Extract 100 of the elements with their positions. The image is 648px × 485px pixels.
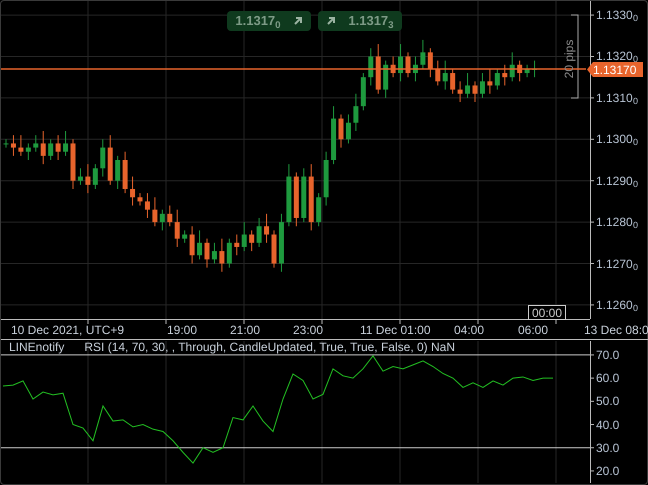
rsi-axis-label: 40.0 (596, 418, 620, 431)
candlestick (435, 60, 440, 86)
candlestick (278, 213, 284, 272)
candlestick (502, 64, 508, 86)
time-axis-label: 06:00 (518, 322, 548, 339)
candlestick (360, 72, 366, 111)
time-axis-label: 19:00 (167, 322, 198, 339)
candlestick (33, 134, 38, 152)
price-axis-label: 1.1270 (596, 258, 633, 270)
fractional-digit: 0 (633, 55, 638, 64)
candlestick (197, 230, 202, 260)
time-axis-label: 10 Dec 2021, UTC+9 (11, 322, 124, 339)
price-axis-label: 1.1260 (596, 298, 633, 311)
candlestick (160, 209, 165, 231)
candlestick (78, 168, 83, 186)
candlestick (122, 151, 128, 194)
fractional-digit: 0 (633, 180, 638, 189)
candlestick (390, 56, 396, 78)
candlestick (115, 155, 120, 190)
candlestick (174, 209, 180, 248)
candlestick (324, 151, 329, 206)
arrow-up-right-icon (326, 16, 336, 26)
candlestick (256, 217, 262, 248)
fractional-digit: 0 (633, 138, 638, 148)
candlestick (406, 52, 410, 78)
candlestick (472, 80, 478, 103)
fractional-digit: 0 (633, 262, 638, 272)
candlestick (190, 226, 195, 264)
candlestick (4, 138, 8, 148)
candlestick (480, 72, 485, 98)
fractional-digit: 0 (633, 221, 638, 230)
candlestick (286, 164, 292, 227)
price-axis-label: 1.1310 (596, 92, 633, 104)
candlestick (465, 72, 470, 98)
candlestick (226, 238, 232, 268)
candlestick (242, 222, 247, 252)
candlestick (458, 80, 463, 103)
candlestick (130, 176, 136, 206)
candlestick (376, 44, 381, 94)
candlestick (294, 172, 299, 227)
time-axis-label: 21:00 (230, 322, 260, 339)
candlestick (353, 93, 358, 132)
candlestick (182, 230, 188, 244)
current-price-label: 1.13170 (587, 62, 643, 77)
time-cursor-label: 00:00 (528, 305, 566, 320)
candlestick (331, 106, 336, 165)
rsi-axis-label: 20.0 (596, 464, 620, 477)
candlestick (532, 60, 538, 78)
candlestick (204, 238, 210, 268)
time-axis-label: 23:00 (293, 322, 324, 339)
candlestick (524, 64, 530, 78)
price-axis-label: 1.1290 (596, 174, 633, 187)
fractional-digit: 0 (633, 14, 638, 24)
candlestick (70, 138, 76, 190)
rsi-axis-label: 60.0 (596, 372, 620, 384)
candlestick (308, 164, 314, 231)
quote-button[interactable]: 1.1317$_{3}$ (318, 11, 402, 31)
candlestick (85, 164, 90, 194)
rsi-axis-label: 30.0 (596, 442, 620, 454)
price-axis-label: 1.1300 (596, 133, 633, 146)
candlestick (152, 196, 158, 227)
candlestick (412, 56, 418, 82)
rsi-axis-label: 70.0 (596, 348, 620, 361)
fractional-digit: 0 (633, 304, 638, 313)
candlestick (442, 60, 448, 90)
candlestick (138, 192, 142, 206)
candlestick (219, 238, 224, 272)
candlestick (18, 134, 24, 156)
indicator-parameters: RSI (14, 70, 30, , Through, CandleUpdated, True, True, False, 0) NaN (84, 341, 455, 354)
candlestick (144, 192, 150, 218)
candlestick (338, 114, 344, 148)
candlestick (108, 134, 113, 186)
candlestick (450, 68, 456, 94)
candlestick (510, 52, 515, 82)
price-axis-label: 1.1280 (596, 216, 633, 228)
fractional-digit: 0 (633, 96, 638, 106)
candlestick (368, 48, 374, 86)
candlestick (92, 164, 98, 190)
candlestick (48, 138, 54, 160)
candlestick (100, 138, 106, 178)
candlestick (10, 134, 16, 156)
candlestick (249, 230, 254, 252)
candlestick (63, 130, 68, 156)
candlestick (487, 68, 492, 94)
indicator-name: LINEnotify (9, 341, 64, 354)
candlestick (212, 242, 217, 264)
time-axis-label: 11 Dec 01:00 (360, 322, 430, 339)
candlestick (234, 234, 240, 256)
candlestick (272, 230, 276, 268)
range-label: 20 pips (561, 39, 577, 79)
quote-button[interactable]: 1.1317$_{0}$ (227, 11, 311, 31)
candlestick (383, 60, 388, 98)
candlestick (346, 114, 351, 144)
candlestick (494, 68, 500, 90)
price-axis-label: 1.1330 (596, 9, 633, 22)
time-axis-label: 13 Dec 08:0 (584, 322, 648, 339)
candlestick (301, 168, 306, 223)
time-axis-label: 04:00 (454, 322, 484, 339)
candlestick (398, 44, 404, 82)
candlestick (517, 60, 522, 82)
